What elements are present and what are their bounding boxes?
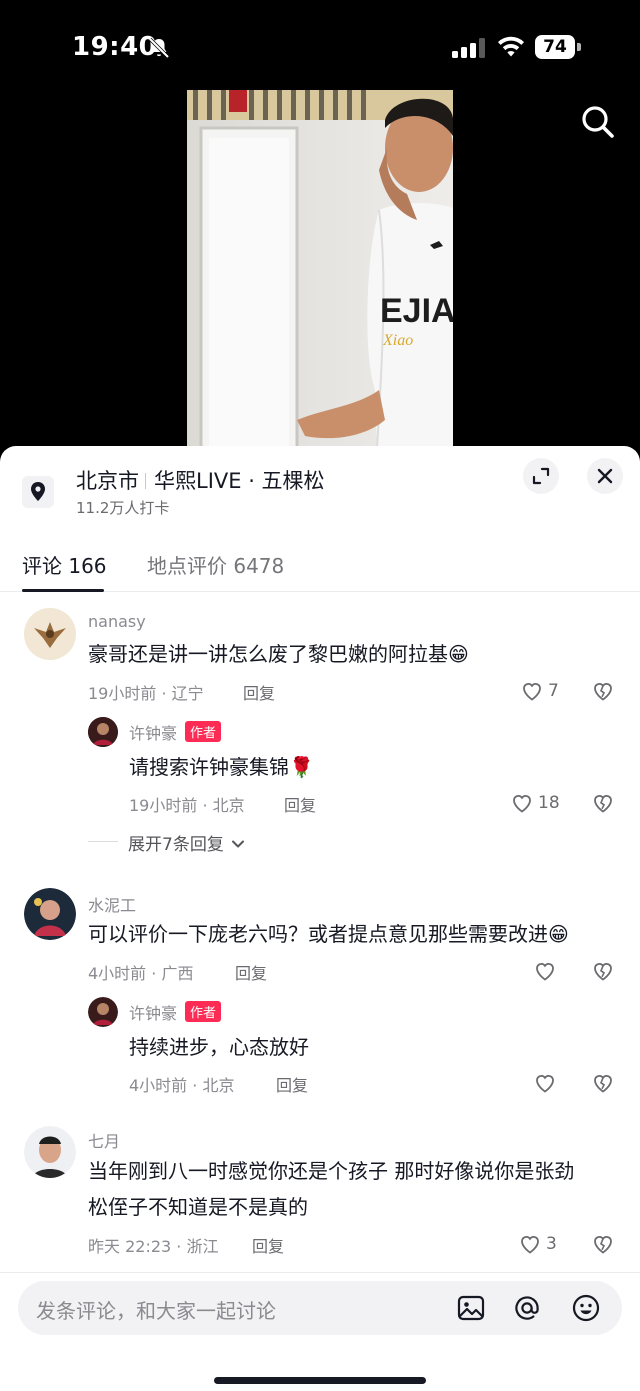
comment-time-location: 19小时前 · 辽宁 [88, 684, 204, 703]
comment-input[interactable]: 发条评论，和大家一起讨论 [18, 1281, 622, 1335]
reply-username: 许钟豪 作者 [129, 720, 222, 744]
active-tab-indicator [22, 589, 104, 592]
dislike-icon[interactable] [591, 679, 615, 703]
expand-replies-button[interactable]: 展开7条回复 [128, 830, 245, 855]
reply-time-location: 19小时前 · 北京 [129, 796, 245, 815]
svg-text:Xiao: Xiao [382, 332, 413, 349]
heart-icon [523, 683, 541, 701]
video-player[interactable]: EJIANG Xiao [187, 90, 453, 448]
author-badge: 作者 [185, 721, 222, 742]
battery-level: 74 [535, 35, 575, 59]
wifi-icon [498, 36, 524, 57]
avatar[interactable] [24, 888, 76, 940]
svg-text:EJIANG: EJIANG [380, 292, 453, 330]
reply-time-location: 4小时前 · 北京 [129, 1076, 235, 1095]
comment-text-line-1: 当年刚到八一时感觉你还是个孩子 那时好像说你是张劲 [88, 1159, 575, 1183]
reply-author-name[interactable]: 许钟豪 [129, 724, 177, 743]
like-count: 18 [538, 793, 560, 813]
comment-username[interactable]: nanasy [88, 612, 146, 631]
location-city: 北京市 [76, 469, 139, 493]
reply-button[interactable]: 回复 [276, 1072, 308, 1096]
expand-divider [88, 841, 118, 842]
expand-replies-label: 展开7条回复 [128, 835, 224, 855]
dislike-icon[interactable] [591, 791, 615, 815]
avatar[interactable] [24, 1126, 76, 1178]
comment-username[interactable]: 七月 [88, 1128, 120, 1152]
battery-indicator: 74 [535, 35, 581, 59]
author-badge: 作者 [185, 1001, 222, 1022]
avatar[interactable] [88, 997, 118, 1027]
mention-icon[interactable] [512, 1293, 542, 1323]
reply-text: 请搜索许钟豪集锦🌹 [129, 755, 314, 779]
reply-username: 许钟豪 作者 [129, 1000, 222, 1024]
bell-muted-icon [148, 37, 170, 59]
like-count: 3 [546, 1234, 557, 1254]
tab-bar: 评论 166 地点评价 6478 [0, 546, 640, 592]
image-icon[interactable] [456, 1293, 486, 1323]
heart-icon [536, 1075, 554, 1093]
search-icon[interactable] [580, 104, 616, 140]
comment-text: 豪哥还是讲一讲怎么废了黎巴嫩的阿拉基😁 [88, 642, 469, 666]
expand-button[interactable] [523, 458, 559, 494]
reply-button[interactable]: 回复 [252, 1233, 284, 1257]
comment-time-location: 4小时前 · 广西 [88, 964, 194, 983]
status-bar: 19:40 74 [0, 0, 640, 90]
reply-button[interactable]: 回复 [235, 960, 267, 984]
reply-text: 持续进步，心态放好 [129, 1035, 309, 1059]
comments-sheet: 北京市 华熙LIVE · 五棵松 11.2万人打卡 评论 166 地点评价 647… [0, 446, 640, 1391]
home-indicator [214, 1377, 426, 1384]
like-count: 7 [548, 681, 559, 701]
comment-text: 可以评价一下庞老六吗？或者提点意见那些需要改进😁 [88, 922, 569, 946]
location-title: 北京市 华熙LIVE · 五棵松 [76, 465, 325, 495]
video-frame-image: EJIANG Xiao [187, 90, 453, 448]
comment-time-location: 昨天 22:23 · 浙江 [88, 1237, 219, 1256]
emoji-icon[interactable] [571, 1293, 601, 1323]
avatar[interactable] [88, 717, 118, 747]
comment-input-placeholder: 发条评论，和大家一起讨论 [36, 1299, 276, 1323]
heart-icon [536, 963, 554, 981]
tab-place-reviews[interactable]: 地点评价 6478 [147, 550, 284, 579]
comment-input-bar: 发条评论，和大家一起讨论 [0, 1272, 640, 1391]
comment-username[interactable]: 水泥工 [88, 892, 136, 916]
comment-text-line-2: 松侄子不知道是不是真的 [88, 1195, 308, 1219]
checkin-count: 11.2万人打卡 [76, 499, 170, 517]
dislike-icon[interactable] [591, 959, 615, 983]
dislike-icon[interactable] [591, 1232, 615, 1256]
status-time: 19:40 [72, 32, 158, 62]
heart-icon [521, 1236, 539, 1254]
dislike-icon[interactable] [591, 1071, 615, 1095]
reply-author-name[interactable]: 许钟豪 [129, 1004, 177, 1023]
close-button[interactable] [587, 458, 623, 494]
reply-button[interactable]: 回复 [243, 680, 275, 704]
cell-signal-icon [452, 38, 485, 58]
tab-comments[interactable]: 评论 166 [22, 550, 107, 579]
location-header[interactable]: 北京市 华熙LIVE · 五棵松 11.2万人打卡 [0, 446, 640, 534]
expand-icon [532, 467, 550, 485]
location-pin-icon [22, 476, 54, 508]
avatar[interactable] [24, 608, 76, 660]
location-venue: 华熙LIVE · 五棵松 [154, 469, 325, 493]
chevron-down-icon [232, 840, 245, 848]
close-icon [597, 468, 613, 484]
reply-button[interactable]: 回复 [284, 792, 316, 816]
heart-icon [513, 795, 531, 813]
